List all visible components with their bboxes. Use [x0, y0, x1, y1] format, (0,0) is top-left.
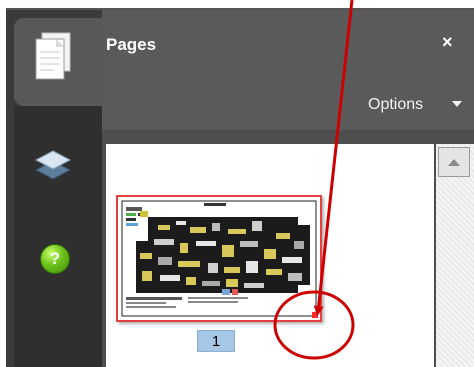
pages-icon[interactable] [30, 30, 76, 82]
chevron-down-icon[interactable] [452, 101, 462, 107]
thumbnail-image [118, 197, 320, 320]
page-thumbnail[interactable] [116, 195, 322, 322]
pages-panel-window: ? Pages × Options 1 [0, 0, 474, 367]
help-icon[interactable]: ? [40, 244, 70, 274]
scroll-up-button[interactable] [438, 147, 470, 177]
close-icon[interactable]: × [442, 33, 453, 51]
panel-title: Pages [106, 35, 157, 54]
vertical-scrollbar[interactable] [436, 144, 474, 367]
rail-lower [14, 106, 102, 367]
page-number-badge[interactable]: 1 [197, 330, 235, 352]
options-menu-button[interactable]: Options [368, 96, 423, 114]
help-glyph: ? [49, 249, 61, 268]
layers-icon[interactable] [34, 148, 72, 182]
arrow-up-icon [448, 158, 460, 166]
